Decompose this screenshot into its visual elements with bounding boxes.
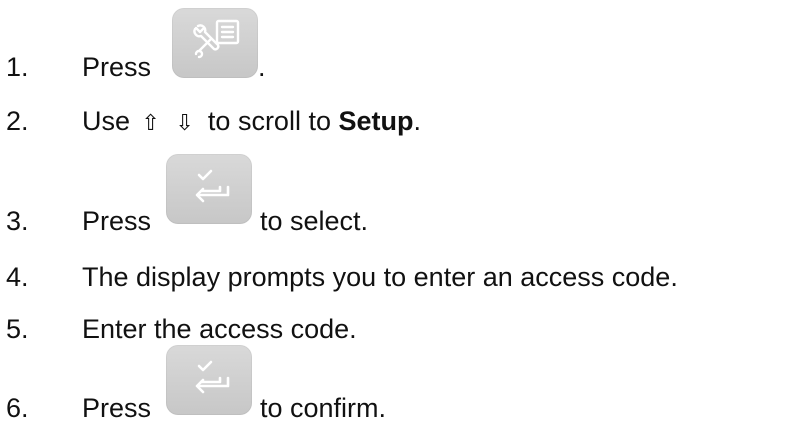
- step-text: Enter the access code.: [82, 314, 357, 344]
- step-text: Use ⇧ ⇩ to scroll to Setup.: [82, 108, 421, 135]
- instruction-steps: 1. Press . 2. Use ⇧ ⇩ to scroll to Setup…: [0, 0, 787, 422]
- enter-confirm-icon: [195, 169, 230, 203]
- step-number: 5.: [6, 314, 29, 344]
- wrench-menu-icon: [193, 19, 240, 59]
- setup-label: Setup: [338, 106, 414, 136]
- up-arrow-icon: ⇧: [141, 111, 160, 136]
- step-middle: to scroll to: [207, 106, 331, 136]
- step-label: Press: [82, 52, 152, 82]
- step-suffix: to confirm.: [260, 393, 387, 423]
- step-text: Press: [82, 208, 151, 235]
- step-suffix: .: [413, 106, 422, 136]
- step-number: 1.: [6, 52, 29, 82]
- step-4: 4. The display prompts you to enter an a…: [0, 264, 787, 308]
- enter-button[interactable]: [166, 154, 252, 224]
- step-number: 4.: [6, 262, 29, 292]
- step-6: 6. Press to confirm.: [0, 345, 787, 439]
- down-arrow-icon: ⇩: [175, 111, 194, 136]
- step-number: 6.: [6, 393, 29, 423]
- enter-button[interactable]: [166, 345, 252, 415]
- step-number: 3.: [6, 206, 29, 236]
- step-text: Press: [82, 395, 151, 422]
- step-5: 5. Enter the access code.: [0, 316, 787, 360]
- step-label: Press: [82, 206, 152, 236]
- enter-confirm-icon: [195, 360, 230, 394]
- step-text: The display prompts you to enter an acce…: [82, 262, 678, 292]
- step-2: 2. Use ⇧ ⇩ to scroll to Setup.: [0, 108, 787, 152]
- step-3: 3. Press to select.: [0, 154, 787, 252]
- step-number: 2.: [6, 106, 29, 136]
- step-label: Use: [82, 106, 131, 136]
- step-suffix: to select.: [260, 206, 369, 236]
- step-text: Press: [82, 54, 151, 81]
- step-1: 1. Press .: [0, 8, 787, 98]
- wrench-menu-button[interactable]: [172, 8, 258, 78]
- step-suffix: .: [258, 52, 266, 82]
